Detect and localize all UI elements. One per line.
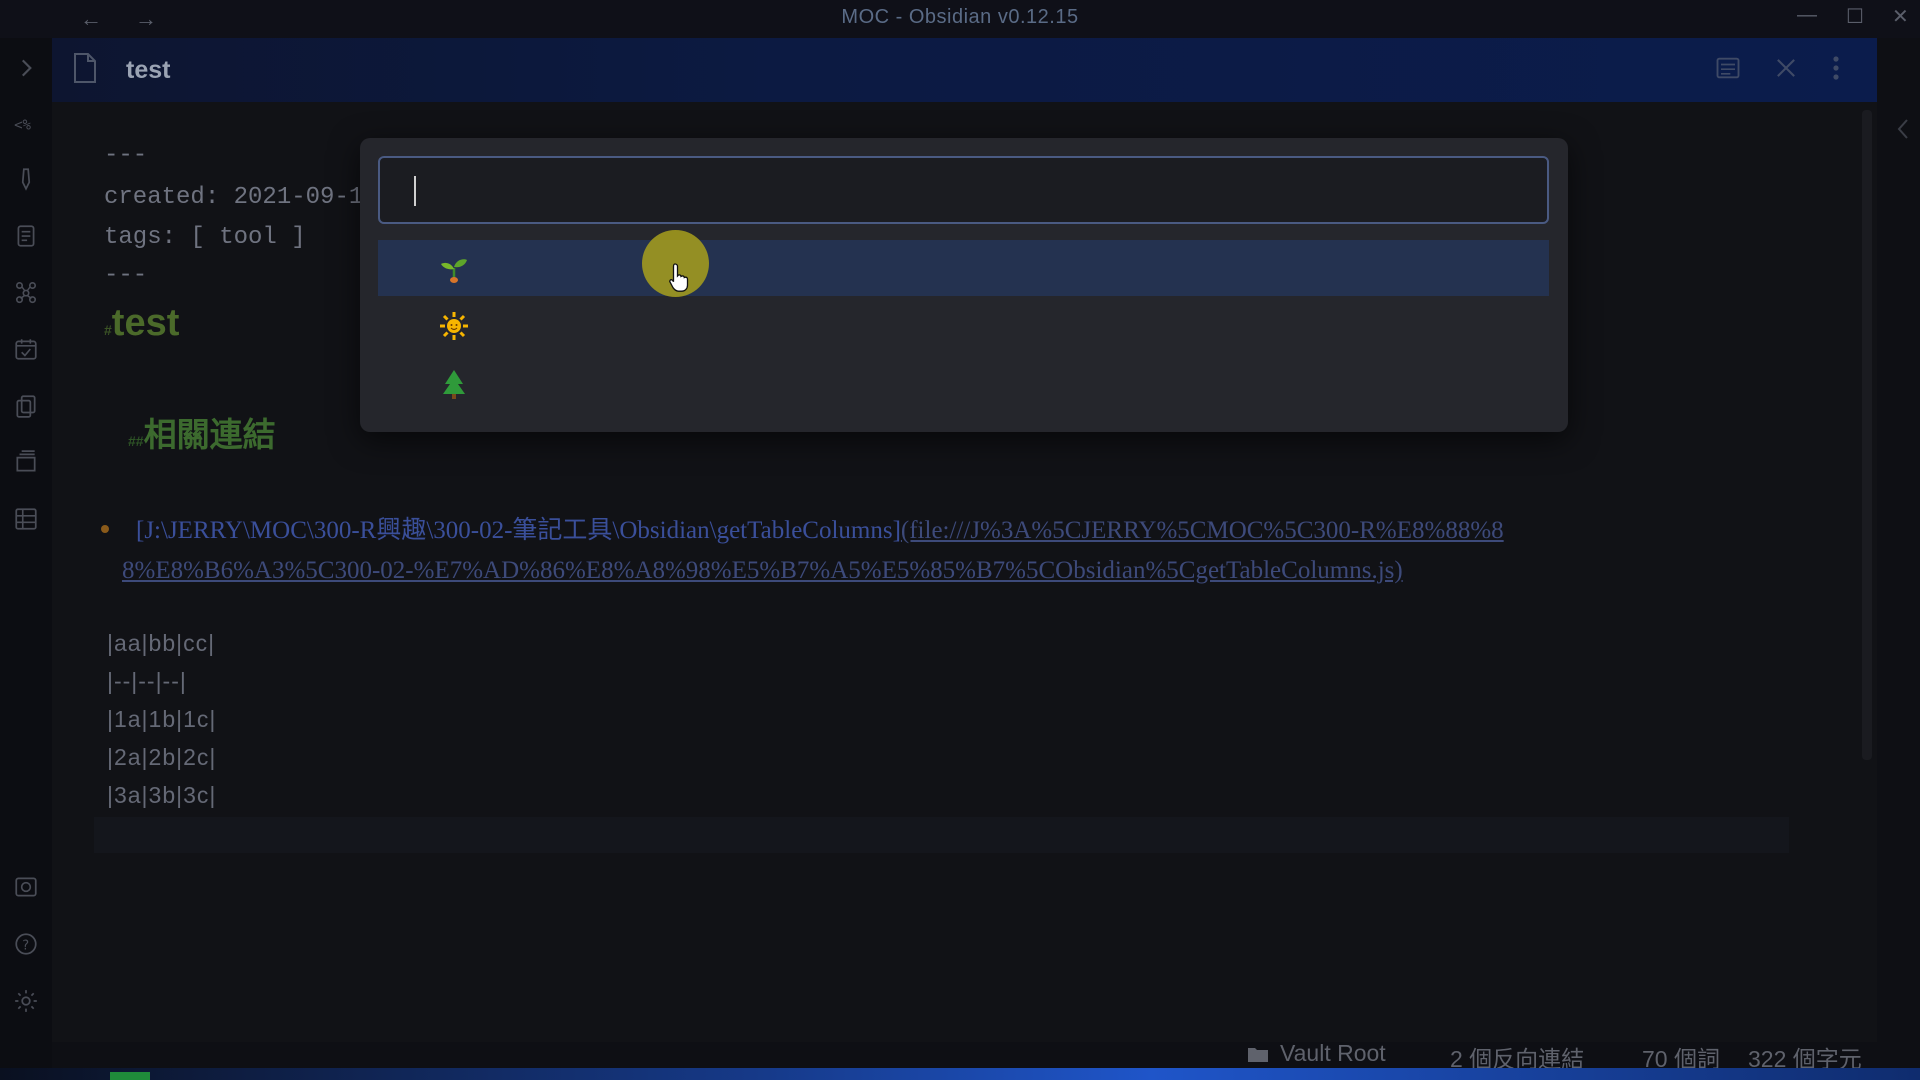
note-header: test bbox=[52, 38, 1877, 102]
frontmatter-close: --- bbox=[104, 262, 148, 289]
seedling-icon bbox=[441, 259, 467, 283]
svg-text:<%: <% bbox=[14, 117, 31, 133]
sun-icon bbox=[440, 312, 468, 340]
folder-icon bbox=[1247, 1042, 1269, 1069]
heading-marker: # bbox=[104, 322, 112, 338]
table-row: |3a|3b|3c| bbox=[107, 782, 217, 808]
heading-1: #test bbox=[104, 302, 179, 345]
reading-view-icon[interactable] bbox=[1714, 54, 1742, 87]
heading-2: ##相關連結 bbox=[128, 408, 276, 456]
file-link-continuation[interactable]: 8%E8%B6%A3%5C300-02-%E7%AD%86%E8%A8%98%E… bbox=[122, 552, 1822, 593]
file-link[interactable]: [J:\JERRY\MOC\300-R興趣\300-02-筆記工具\Obsidi… bbox=[136, 512, 1836, 553]
slides-icon[interactable] bbox=[10, 446, 42, 478]
link-path-text[interactable]: [J:\JERRY\MOC\300-R興趣\300-02-筆記工具\Obsidi… bbox=[136, 517, 901, 544]
close-pane-icon[interactable] bbox=[1772, 54, 1800, 87]
left-ribbon: <% ? bbox=[0, 38, 52, 1068]
link-url-text-line2[interactable]: 8%E8%B6%A3%5C300-02-%E7%AD%86%E8%A8%98%E… bbox=[122, 557, 1403, 584]
pen-icon[interactable] bbox=[10, 163, 42, 195]
status-bar: Vault Root 2 個反向連結 70 個詞 322 個字元 bbox=[52, 1040, 1877, 1072]
table-row: |1a|1b|1c| bbox=[107, 706, 217, 732]
frontmatter-open: --- bbox=[104, 142, 148, 169]
text-caret bbox=[414, 176, 416, 206]
templater-icon[interactable]: <% bbox=[10, 108, 42, 140]
heading-2-text: 相關連結 bbox=[143, 416, 276, 453]
search-input[interactable] bbox=[378, 156, 1549, 224]
link-url-text[interactable]: (file:///J%3A%5CJERRY%5CMOC%5C300-R%E8%8… bbox=[901, 517, 1504, 544]
heading-marker: ## bbox=[128, 433, 144, 449]
os-taskbar bbox=[0, 1068, 1920, 1080]
taskbar-app-indicator bbox=[110, 1072, 150, 1080]
hand-pointer-icon bbox=[669, 263, 689, 292]
window-titlebar: ← → MOC - Obsidian v0.12.15 — ☐ ✕ bbox=[0, 0, 1920, 38]
graph-view-icon[interactable] bbox=[10, 276, 42, 308]
expand-sidebar-icon[interactable] bbox=[10, 52, 42, 84]
editor-scrollbar[interactable] bbox=[1862, 110, 1872, 760]
list-bullet bbox=[98, 522, 112, 541]
more-options-icon[interactable] bbox=[1828, 52, 1844, 89]
suggestion-item[interactable] bbox=[378, 356, 1549, 412]
close-window-button[interactable]: ✕ bbox=[1892, 4, 1909, 29]
frontmatter-tags: tags: [ tool ] bbox=[104, 224, 306, 251]
table-row: |aa|bb|cc| bbox=[107, 630, 216, 656]
file-icon bbox=[72, 52, 98, 89]
copy-icon[interactable] bbox=[10, 390, 42, 422]
maximize-button[interactable]: ☐ bbox=[1846, 4, 1864, 29]
table-icon[interactable] bbox=[10, 503, 42, 535]
notes-icon[interactable] bbox=[10, 220, 42, 252]
calendar-icon[interactable] bbox=[10, 333, 42, 365]
table-row: |2a|2b|2c| bbox=[107, 744, 217, 770]
frontmatter-created: created: 2021-09-1 bbox=[104, 184, 364, 211]
evergreen-tree-icon bbox=[443, 370, 465, 399]
app-title: MOC - Obsidian v0.12.15 bbox=[841, 6, 1079, 28]
vault-name[interactable]: Vault Root bbox=[1280, 1040, 1386, 1067]
note-title[interactable]: test bbox=[126, 56, 170, 85]
vault-switch-icon[interactable] bbox=[10, 871, 42, 903]
suggestion-item[interactable] bbox=[378, 240, 1549, 296]
active-line-highlight bbox=[94, 817, 1789, 853]
icon-picker-modal bbox=[360, 138, 1568, 432]
suggestion-item[interactable] bbox=[378, 298, 1549, 354]
svg-text:?: ? bbox=[22, 938, 29, 953]
right-sidebar-toggle-icon[interactable] bbox=[1893, 116, 1913, 147]
settings-gear-icon[interactable] bbox=[10, 985, 42, 1017]
help-icon[interactable]: ? bbox=[10, 928, 42, 960]
table-row: |--|--|--| bbox=[107, 668, 187, 694]
minimize-button[interactable]: — bbox=[1797, 4, 1817, 27]
heading-1-text: test bbox=[111, 302, 180, 344]
